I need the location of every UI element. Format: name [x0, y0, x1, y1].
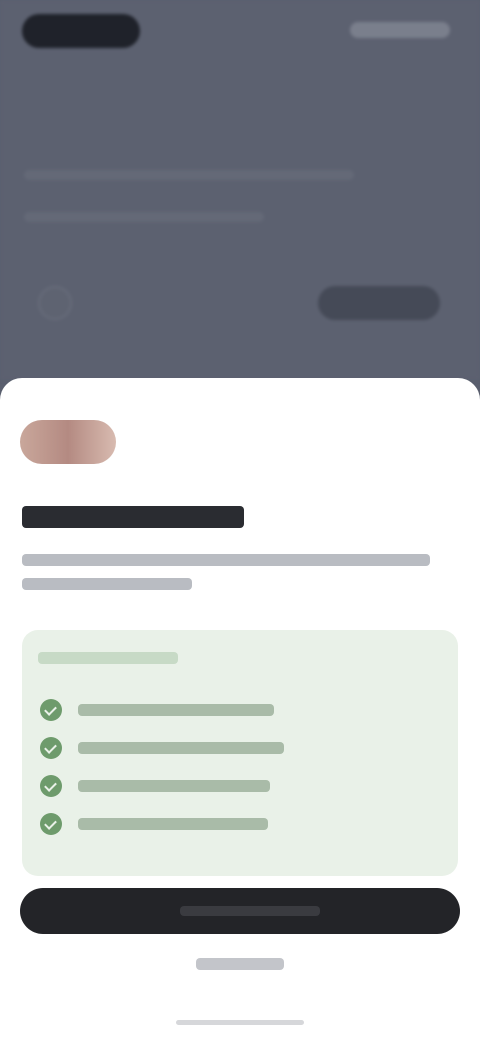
benefit-item: [40, 812, 268, 836]
background-text-line: [24, 170, 354, 180]
sheet-description-line: [22, 578, 192, 590]
home-indicator[interactable]: [176, 1020, 304, 1025]
secondary-action-link[interactable]: [196, 958, 284, 970]
benefit-item: [40, 774, 270, 798]
sheet-title-placeholder: [22, 506, 244, 528]
benefit-item: [40, 736, 284, 760]
background-button: [318, 286, 440, 320]
check-icon: [40, 775, 62, 797]
brand-logo: [20, 420, 116, 464]
bottom-sheet: [0, 378, 480, 1040]
background-app: [0, 0, 480, 380]
check-icon: [40, 737, 62, 759]
benefit-item: [40, 698, 274, 722]
sheet-description-line: [22, 554, 430, 566]
benefit-label: [78, 818, 268, 830]
background-avatar-icon: [38, 286, 72, 320]
status-bar-icons: [350, 22, 450, 38]
check-icon: [40, 813, 62, 835]
check-icon: [40, 699, 62, 721]
benefit-label: [78, 780, 270, 792]
primary-action-button[interactable]: [20, 888, 460, 934]
benefits-heading: [38, 652, 178, 664]
benefit-label: [78, 704, 274, 716]
primary-action-label: [180, 906, 320, 916]
status-bar-time: [22, 14, 140, 48]
background-text-line: [24, 212, 264, 222]
benefit-label: [78, 742, 284, 754]
benefits-card: [22, 630, 458, 876]
